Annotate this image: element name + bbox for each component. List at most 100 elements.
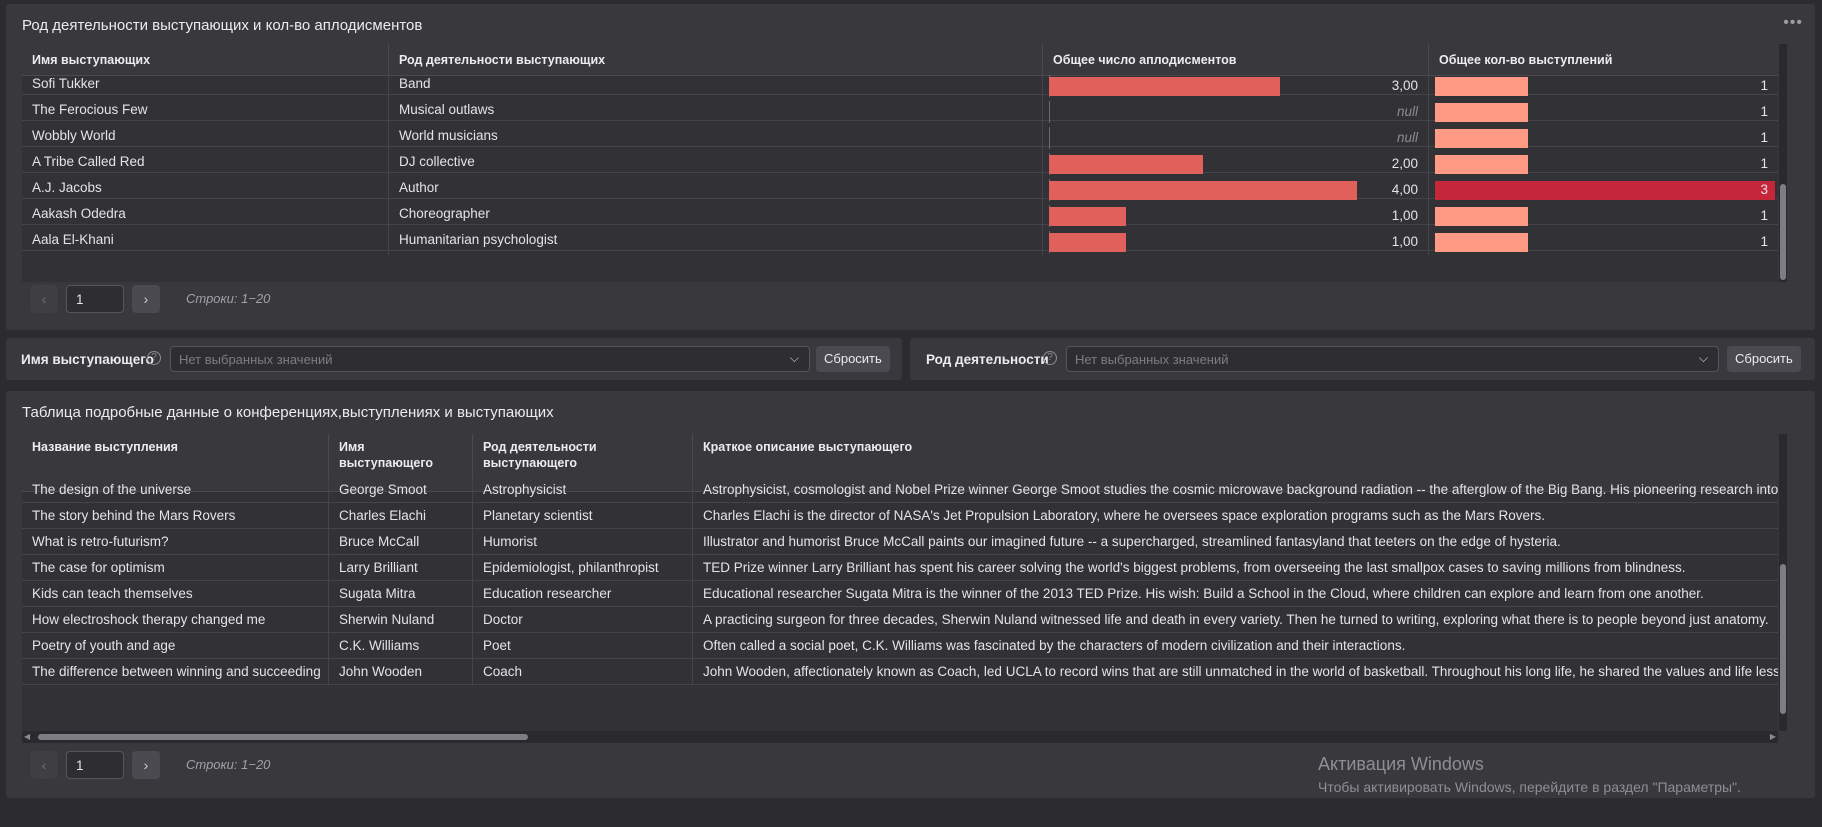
occupation-cell: Education researcher — [472, 581, 692, 607]
applause-bar — [1049, 207, 1127, 226]
table-row[interactable]: Wobbly World World musicians null 1 — [22, 121, 1778, 151]
occupation-cell: Epidemiologist, philanthropist — [472, 555, 692, 581]
pagination: ‹ › Строки: 1−20 — [30, 751, 330, 779]
talk-title-cell: The difference between winning and succe… — [32, 664, 321, 679]
speaker-cell: Larry Brilliant — [328, 555, 472, 581]
table-row[interactable]: Sofi Tukker Band 3,00 1 — [22, 69, 1778, 99]
occupation-cell: Humorist — [472, 529, 692, 555]
talks-bar — [1435, 207, 1528, 226]
zero-line — [1049, 127, 1050, 149]
description-cell: Illustrator and humorist Bruce McCall pa… — [692, 529, 1778, 555]
help-icon[interactable]: ? — [1043, 351, 1057, 365]
table-row[interactable]: What is retro-futurism? Bruce McCall Humor… — [22, 529, 1778, 555]
chevron-down-icon: ⌵ — [789, 351, 799, 365]
talk-title-cell: Kids can teach themselves — [32, 586, 193, 601]
occupation-filter-label: Род деятельности — [926, 352, 1049, 367]
column-header-occupation-text: Род деятельности выступающего — [483, 440, 597, 470]
talks-bar — [1435, 181, 1775, 200]
scrollbar-thumb[interactable] — [1780, 564, 1786, 714]
help-icon[interactable]: ? — [147, 351, 161, 365]
description-cell: Charles Elachi is the director of NASA's… — [692, 503, 1778, 529]
occupation-cell: Coach — [472, 659, 692, 685]
next-page-button[interactable]: › — [132, 285, 160, 313]
speaker-cell: Bruce McCall — [328, 529, 472, 555]
talks-cell: 1 — [1428, 225, 1778, 255]
occupation-cell: Humanitarian psychologist — [388, 225, 1042, 255]
speaker-cell: Charles Elachi — [328, 503, 472, 529]
horizontal-scrollbar[interactable]: ◀ ▶ — [22, 731, 1778, 743]
table-row[interactable]: The case for optimism Larry Brilliant Epid… — [22, 555, 1778, 581]
applause-value: 1,00 — [1391, 234, 1418, 249]
occupation-reset-button[interactable]: Сбросить — [1727, 346, 1801, 372]
speaker-select[interactable]: Нет выбранных значений ⌵ — [170, 346, 810, 372]
description-cell: TED Prize winner Larry Brilliant has spe… — [692, 555, 1778, 581]
table-row[interactable]: Kids can teach themselves Sugata Mitra Edu… — [22, 581, 1778, 607]
talk-title-cell: Poetry of youth and age — [32, 638, 176, 653]
page-number-input[interactable] — [66, 285, 124, 313]
table-row[interactable]: Aala El-Khani Humanitarian psychologist 1,… — [22, 225, 1778, 255]
occupation-filter-panel: Род деятельности ? Нет выбранных значени… — [910, 338, 1815, 380]
page-number-input[interactable] — [66, 751, 124, 779]
applause-bar — [1049, 181, 1358, 200]
table-row[interactable]: Aakash Odedra Choreographer 1,00 1 — [22, 199, 1778, 229]
scroll-right-icon[interactable]: ▶ — [1770, 731, 1776, 743]
occupation-cell: Planetary scientist — [472, 503, 692, 529]
vertical-scrollbar[interactable] — [1779, 44, 1787, 282]
next-page-button[interactable]: › — [132, 751, 160, 779]
talks-table: Название выступления Имя выступающего Ро… — [22, 434, 1778, 731]
talk-title-cell: The story behind the Mars Rovers — [32, 508, 236, 523]
panel-title: Таблица подробные данные о конференциях,… — [22, 404, 554, 421]
chevron-down-icon: ⌵ — [1698, 351, 1708, 365]
scrollbar-thumb[interactable] — [1780, 184, 1786, 280]
speaker-filter-label: Имя выступающего — [21, 352, 154, 367]
talks-details-panel: Таблица подробные данные о конференциях,… — [6, 391, 1815, 798]
rows-info: Строки: 1−20 — [186, 757, 271, 772]
speaker-cell: C.K. Williams — [328, 633, 472, 659]
applause-panel: Род деятельности выступающих и кол-во ап… — [6, 4, 1815, 330]
column-header-speaker-text: Имя выступающего — [339, 440, 434, 470]
speaker-name-cell: Aala El-Khani — [32, 232, 114, 247]
table-row[interactable]: The story behind the Mars Rovers Charles … — [22, 503, 1778, 529]
table-row[interactable]: A Tribe Called Red DJ collective 2,00 1 — [22, 147, 1778, 177]
applause-cell: 1,00 — [1042, 225, 1428, 255]
occupation-cell: Poet — [472, 633, 692, 659]
ellipsis-icon[interactable]: ••• — [1783, 14, 1803, 32]
table-row[interactable]: A.J. Jacobs Author 4,00 3 — [22, 173, 1778, 203]
select-placeholder: Нет выбранных значений — [1075, 352, 1229, 367]
table-row[interactable]: Poetry of youth and age C.K. Williams Poet… — [22, 633, 1778, 659]
table-row[interactable]: The design of the universe George Smoot As… — [22, 477, 1778, 503]
speaker-cell: John Wooden — [328, 659, 472, 685]
panel-title: Род деятельности выступающих и кол-во ап… — [22, 17, 423, 34]
description-cell: Educational researcher Sugata Mitra is t… — [692, 581, 1778, 607]
scrollbar-thumb[interactable] — [38, 734, 528, 740]
zero-line — [1049, 101, 1050, 123]
windows-activation-title: Активация Windows — [1318, 754, 1484, 774]
occupation-select[interactable]: Нет выбранных значений ⌵ — [1066, 346, 1719, 372]
description-cell: John Wooden, affectionately known as Coa… — [692, 659, 1778, 685]
rows-info: Строки: 1−20 — [186, 291, 271, 306]
table-row[interactable]: How electroshock therapy changed me Sherw… — [22, 607, 1778, 633]
table-row[interactable]: The difference between winning and succe… — [22, 659, 1778, 685]
pagination: ‹ › Строки: 1−20 — [30, 285, 330, 313]
select-placeholder: Нет выбранных значений — [179, 352, 333, 367]
talk-title-cell: What is retro-futurism? — [32, 534, 169, 549]
talks-bar — [1435, 129, 1528, 148]
applause-table: Имя выступающих Род деятельности выступа… — [22, 44, 1778, 282]
prev-page-button[interactable]: ‹ — [30, 285, 58, 313]
windows-activation-hint: Чтобы активировать Windows, перейдите в … — [1318, 779, 1741, 795]
scroll-left-icon[interactable]: ◀ — [24, 731, 30, 743]
talks-bar — [1435, 155, 1528, 174]
speaker-cell: Sugata Mitra — [328, 581, 472, 607]
occupation-cell: Astrophysicist — [472, 477, 692, 503]
vertical-scrollbar[interactable] — [1779, 434, 1787, 731]
table-row[interactable]: The Ferocious Few Musical outlaws null 1 — [22, 95, 1778, 125]
occupation-cell: Doctor — [472, 607, 692, 633]
speaker-reset-button[interactable]: Сбросить — [816, 346, 890, 372]
applause-bar — [1049, 155, 1204, 174]
prev-page-button[interactable]: ‹ — [30, 751, 58, 779]
speaker-cell: George Smoot — [328, 477, 472, 503]
talks-bar — [1435, 103, 1528, 122]
description-cell: Often called a social poet, C.K. William… — [692, 633, 1778, 659]
description-cell: Astrophysicist, cosmologist and Nobel Pr… — [692, 477, 1778, 503]
talks-bar — [1435, 77, 1528, 96]
